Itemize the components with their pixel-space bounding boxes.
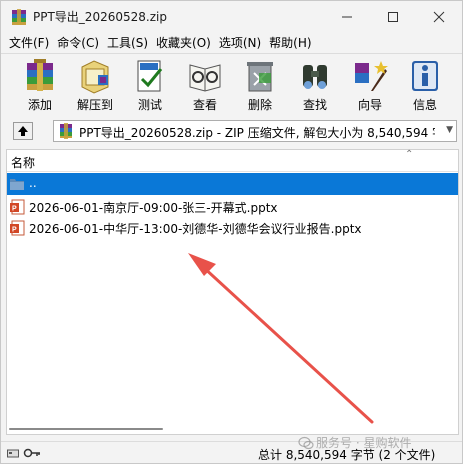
wizard-icon	[355, 61, 388, 91]
address-bar: PPT导出_20260528.zip - ZIP 压缩文件, 解包大小为 8,5…	[1, 117, 462, 145]
menu-options[interactable]: 选项(N)	[217, 34, 267, 51]
archive-path-text: PPT导出_20260528.zip - ZIP 压缩文件, 解包大小为 8,5…	[79, 126, 435, 140]
extract-to-label: 解压到	[76, 98, 113, 112]
watermark-text: 服务号 · 星购软件	[316, 436, 412, 450]
add-button[interactable]: 添加	[13, 54, 67, 116]
view-icon	[189, 64, 221, 92]
sort-ascending-icon: ⌃	[405, 149, 414, 160]
delete-label: 删除	[247, 98, 272, 112]
wizard-label: 向导	[357, 98, 382, 112]
close-icon	[433, 11, 445, 22]
delete-icon	[247, 62, 273, 92]
test-button[interactable]: 测试	[123, 54, 177, 116]
minimize-icon	[342, 16, 352, 17]
key-icon	[23, 448, 40, 458]
winrar-window: PPT导出_20260528.zip 文件(F) 命令(C) 工具(S) 收藏夹…	[0, 0, 463, 464]
extract-to-icon	[81, 60, 109, 94]
info-label: 信息	[412, 98, 437, 112]
menu-commands[interactable]: 命令(C)	[55, 34, 105, 51]
winrar-app-icon	[12, 9, 26, 25]
column-name-label: 名称	[11, 156, 36, 170]
find-label: 查找	[302, 98, 327, 112]
svg-text:P: P	[12, 206, 17, 213]
column-header-name[interactable]: 名称 ⌃	[7, 149, 458, 172]
test-icon	[137, 60, 163, 92]
menu-file[interactable]: 文件(F)	[7, 34, 55, 51]
menu-tools[interactable]: 工具(S)	[105, 34, 154, 51]
folder-icon	[10, 179, 24, 190]
list-row-file[interactable]: P 2026-06-01-中华厅-13:00-刘德华-刘德华会议行业报告.ppt…	[7, 217, 458, 239]
info-button[interactable]: 信息	[398, 54, 452, 116]
up-arrow-icon	[18, 126, 28, 136]
row-name: 2026-06-01-南京厅-09:00-张三-开幕式.pptx	[29, 201, 278, 215]
row-name: ..	[29, 176, 37, 190]
wechat-icon	[298, 436, 314, 450]
file-list: 名称 ⌃ .. P 2026-06-01-南京厅-09:00-张三-开幕式.pp…	[6, 149, 459, 435]
extract-to-button[interactable]: 解压到	[68, 54, 122, 116]
maximize-icon	[388, 11, 398, 22]
close-button[interactable]	[416, 1, 462, 32]
pptx-file-icon: P	[10, 220, 25, 236]
toolbar: 添加 解压到 测试 查看 删除 查找 向导 信息	[1, 53, 462, 115]
title-bar: PPT导出_20260528.zip	[1, 1, 462, 32]
menu-bar: 文件(F) 命令(C) 工具(S) 收藏夹(O) 选项(N) 帮助(H)	[1, 32, 462, 52]
test-label: 测试	[137, 98, 162, 112]
delete-button[interactable]: 删除	[233, 54, 287, 116]
list-row-file[interactable]: P 2026-06-01-南京厅-09:00-张三-开幕式.pptx	[7, 196, 458, 218]
maximize-button[interactable]	[370, 1, 416, 32]
find-icon	[303, 65, 327, 89]
drive-icon	[7, 449, 19, 458]
archive-icon	[60, 123, 72, 139]
minimize-button[interactable]	[324, 1, 370, 32]
find-button[interactable]: 查找	[288, 54, 342, 116]
pptx-file-icon: P	[10, 199, 25, 215]
wizard-button[interactable]: 向导	[343, 54, 397, 116]
chevron-down-icon[interactable]: ▼	[446, 125, 453, 135]
add-archive-icon	[27, 59, 53, 91]
archive-path-field[interactable]: PPT导出_20260528.zip - ZIP 压缩文件, 解包大小为 8,5…	[53, 120, 457, 142]
window-title: PPT导出_20260528.zip	[33, 10, 167, 24]
menu-help[interactable]: 帮助(H)	[267, 34, 317, 51]
horizontal-scrollbar[interactable]	[9, 428, 163, 430]
view-label: 查看	[192, 98, 217, 112]
up-folder-button[interactable]	[13, 122, 33, 140]
add-label: 添加	[27, 98, 52, 112]
list-row-parent-folder[interactable]: ..	[7, 173, 458, 195]
row-name: 2026-06-01-中华厅-13:00-刘德华-刘德华会议行业报告.pptx	[29, 222, 362, 236]
info-icon	[412, 61, 438, 91]
menu-favorites[interactable]: 收藏夹(O)	[154, 34, 217, 51]
svg-text:P: P	[12, 227, 17, 234]
view-button[interactable]: 查看	[178, 54, 232, 116]
